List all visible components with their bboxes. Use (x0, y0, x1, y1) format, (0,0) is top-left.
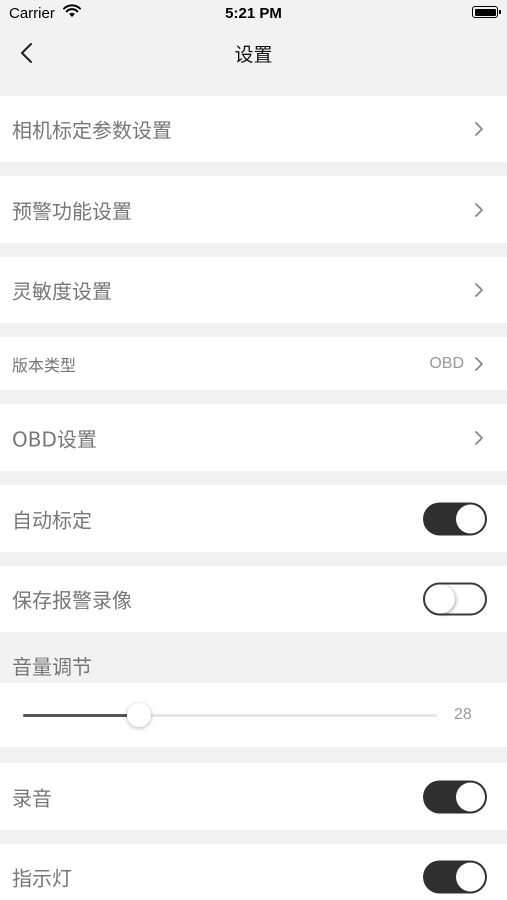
clock: 5:21 PM (225, 5, 282, 22)
row-label: 灵敏度设置 (12, 279, 112, 304)
row-label: 相机标定参数设置 (12, 118, 172, 143)
chevron-right-icon (475, 122, 483, 136)
row-label: 保存报警录像 (12, 588, 132, 613)
indicator-light-toggle[interactable] (423, 860, 487, 894)
battery-icon (472, 6, 501, 18)
row-indicator-light: 指示灯 (0, 844, 507, 900)
toggle-knob (456, 782, 485, 811)
row-label: 指示灯 (12, 866, 72, 891)
volume-value: 28 (454, 706, 472, 723)
volume-section-header: 音量调节 (12, 655, 92, 679)
version-value: OBD (429, 354, 464, 372)
row-label: 自动标定 (12, 508, 92, 532)
row-save-alarm-video: 保存报警录像 (0, 566, 507, 632)
chevron-right-icon (475, 430, 483, 445)
save-alarm-video-toggle[interactable] (423, 582, 487, 616)
row-auto-calibration: 自动标定 (0, 485, 507, 552)
row-recording: 录音 (0, 763, 507, 830)
chevron-right-icon (475, 356, 483, 371)
chevron-right-icon (475, 283, 483, 297)
row-warning-settings[interactable]: 预警功能设置 (0, 176, 507, 243)
row-label: 预警功能设置 (12, 199, 132, 223)
chevron-right-icon (475, 202, 483, 217)
row-camera-calibration[interactable]: 相机标定参数设置 (0, 96, 507, 162)
navigation-bar: 设置 (0, 28, 507, 78)
status-bar: Carrier 5:21 PM (0, 0, 507, 28)
row-obd-settings[interactable]: OBD设置 (0, 404, 507, 471)
row-label: 录音 (12, 786, 52, 810)
row-version-type[interactable]: 版本类型 OBD (0, 337, 507, 390)
volume-slider-fill (23, 714, 139, 717)
row-label: OBD设置 (12, 427, 97, 451)
toggle-knob (456, 504, 485, 533)
recording-toggle[interactable] (423, 780, 487, 813)
row-label: 版本类型 (12, 355, 77, 375)
volume-slider[interactable] (23, 703, 437, 727)
volume-slider-thumb[interactable] (127, 703, 151, 727)
toggle-knob (456, 862, 485, 892)
row-sensitivity[interactable]: 灵敏度设置 (0, 257, 507, 323)
toggle-knob (426, 584, 455, 614)
auto-calibration-toggle[interactable] (423, 502, 487, 535)
page-title: 设置 (234, 44, 273, 66)
